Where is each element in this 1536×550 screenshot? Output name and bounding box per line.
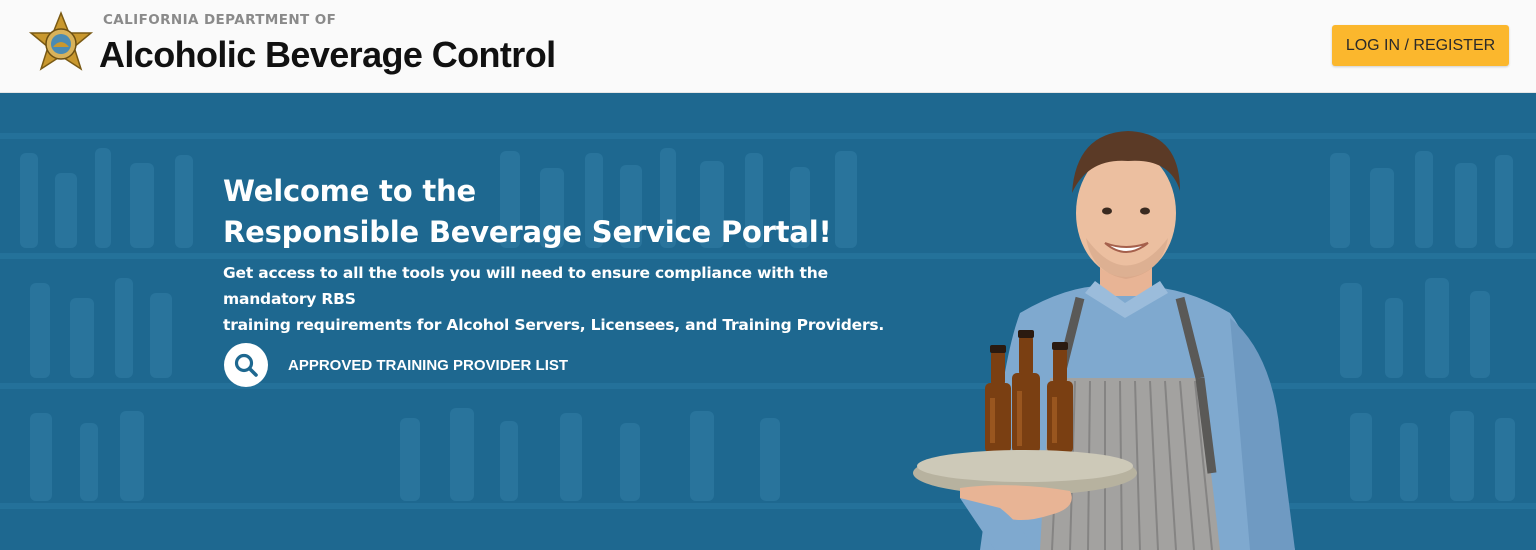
agency-name: Alcoholic Beverage Control	[99, 34, 556, 75]
provider-link-label[interactable]: APPROVED TRAINING PROVIDER LIST	[288, 357, 568, 374]
hero-subtitle: Get access to all the tools you will nee…	[223, 260, 923, 338]
hero-subtitle-line-2: training requirements for Alcohol Server…	[223, 316, 885, 334]
bartender-with-beer-tray-image	[913, 131, 1295, 550]
department-name: CALIFORNIA DEPARTMENT OF	[103, 12, 337, 28]
ca-abc-badge-star-icon[interactable]	[28, 11, 94, 77]
login-register-button[interactable]: LOG IN / REGISTER	[1332, 25, 1509, 66]
hero-banner: Welcome to the Responsible Beverage Serv…	[0, 93, 1536, 550]
hero-title-line-2: Responsible Beverage Service Portal!	[223, 215, 832, 249]
site-header: CALIFORNIA DEPARTMENT OF Alcoholic Bever…	[0, 0, 1536, 93]
search-icon[interactable]	[224, 343, 268, 387]
hero-title: Welcome to the Responsible Beverage Serv…	[223, 171, 923, 253]
approved-training-provider-list-link[interactable]: APPROVED TRAINING PROVIDER LIST	[224, 343, 568, 387]
hero-title-line-1: Welcome to the	[223, 174, 476, 208]
hero-subtitle-line-1: Get access to all the tools you will nee…	[223, 264, 828, 308]
